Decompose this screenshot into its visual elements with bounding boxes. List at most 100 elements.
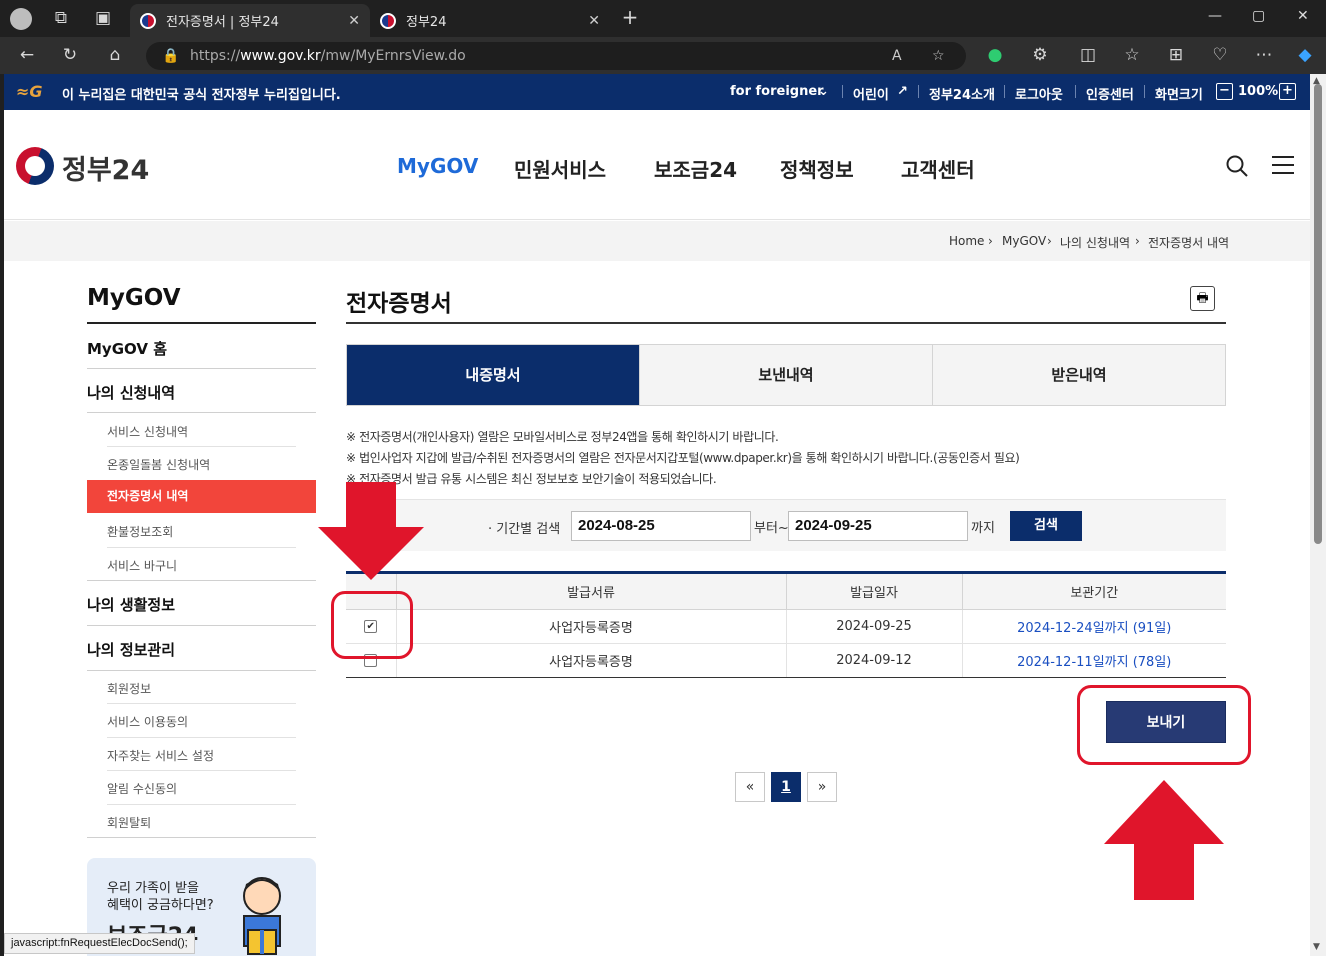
read-aloud-icon[interactable]: A	[892, 42, 902, 70]
doc-cell: 사업자등록증명	[395, 643, 786, 678]
certificate-tabs: 내증명서 보낸내역 받은내역	[346, 344, 1226, 406]
next-page-button[interactable]: »	[807, 772, 837, 802]
copilot-icon[interactable]: ◆	[1293, 45, 1317, 65]
url-path: /mw/MyErnrsView.do	[320, 48, 466, 64]
sidebar-item-my-info[interactable]: 나의 정보관리	[87, 639, 175, 660]
current-page-button[interactable]: 1	[771, 772, 801, 802]
hamburger-menu-icon[interactable]	[1272, 155, 1294, 175]
maximize-icon[interactable]: ▢	[1252, 8, 1265, 24]
gov-taegeuk-logo-icon[interactable]	[16, 147, 54, 185]
split-screen-icon[interactable]: ◫	[1076, 45, 1100, 65]
scroll-down-icon[interactable]: ▼	[1313, 942, 1320, 952]
divider	[918, 85, 919, 98]
site-header: 정부24 MyGOV 민원서비스 보조금24 정책정보 고객센터	[4, 110, 1310, 220]
tab-inactive[interactable]: 정부24 ✕	[370, 4, 610, 37]
arrow-down-annotation-icon	[318, 482, 424, 580]
sidebar-subitem-e-certificates[interactable]: 전자증명서 내역	[87, 480, 316, 513]
close-tab-icon[interactable]: ✕	[348, 13, 360, 29]
for-foreigner-link[interactable]: for foreigner	[730, 84, 824, 99]
sidebar-subitem-consent[interactable]: 서비스 이용동의	[107, 713, 188, 730]
certificates-table: 발급서류 발급일자 보관기간 ✔ 사업자등록증명 2024-09-25 2024…	[346, 571, 1226, 678]
back-icon[interactable]: ←	[15, 45, 39, 65]
divider	[107, 737, 296, 738]
chevron-down-icon[interactable]: ⌄	[818, 84, 829, 99]
collections-icon[interactable]: ⊞	[1164, 45, 1188, 65]
print-button[interactable]: 🖶	[1190, 286, 1215, 311]
breadcrumb-mygov[interactable]: MyGOV	[1002, 234, 1046, 248]
divider	[87, 412, 316, 413]
search-button[interactable]: 검색	[1010, 511, 1082, 541]
doc-cell: 사업자등록증명	[395, 609, 786, 644]
tab-my-certificates[interactable]: 내증명서	[347, 345, 639, 405]
gov24-favicon-icon	[380, 12, 396, 29]
nav-customer-center[interactable]: 고객센터	[901, 154, 975, 183]
breadcrumb-my-requests[interactable]: 나의 신청내역	[1060, 234, 1130, 251]
period-search-box: · 기간별 검색 2024-08-25 부터~ 2024-09-25 까지 검색	[346, 499, 1226, 551]
chevron-right-icon: ›	[1047, 234, 1052, 248]
sidebar-subitem-notification-consent[interactable]: 알림 수신동의	[107, 780, 177, 797]
extensions-icon[interactable]: ⚙	[1028, 45, 1052, 65]
sidebar-subitem-service-basket[interactable]: 서비스 바구니	[107, 557, 177, 574]
profile-icon[interactable]	[10, 8, 32, 30]
date-to-input[interactable]: 2024-09-25	[788, 511, 968, 541]
extension-green-icon[interactable]: ●	[983, 45, 1007, 65]
page-scrollbar[interactable]: ▲ ▼	[1310, 74, 1326, 956]
close-window-icon[interactable]: ✕	[1297, 8, 1309, 24]
page-viewport: ≈G 이 누리집은 대한민국 공식 전자정부 누리집입니다. for forei…	[4, 74, 1310, 956]
home-icon[interactable]: ⌂	[103, 45, 127, 65]
table-row: ✔ 사업자등록증명 2024-09-25 2024-12-24일까지 (91일)	[346, 609, 1226, 644]
breadcrumb: Home › MyGOV › 나의 신청내역 › 전자증명서 내역	[4, 221, 1310, 261]
prev-page-button[interactable]: «	[735, 772, 765, 802]
divider	[87, 670, 316, 671]
period-cell[interactable]: 2024-12-11일까지 (78일)	[961, 643, 1226, 678]
gov-notice-strip: ≈G 이 누리집은 대한민국 공식 전자정부 누리집입니다. for forei…	[4, 74, 1310, 110]
favorites-icon[interactable]: ☆	[1120, 45, 1144, 65]
period-search-label: · 기간별 검색	[488, 522, 561, 537]
sidebar-subitem-withdraw[interactable]: 회원탈퇴	[107, 814, 151, 831]
kids-link[interactable]: 어린이	[853, 84, 889, 103]
favorite-star-icon[interactable]: ☆	[932, 42, 945, 70]
sidebar-item-mygov-home[interactable]: MyGOV 홈	[87, 338, 167, 359]
minimize-icon[interactable]: —	[1208, 8, 1222, 24]
zoom-out-button[interactable]: −	[1216, 83, 1233, 100]
sidebar-item-my-requests[interactable]: 나의 신청내역	[87, 382, 175, 403]
tab-received-history[interactable]: 받은내역	[932, 345, 1225, 405]
tab-title: 전자증명서 | 정부24	[166, 15, 279, 30]
sidebar-item-life-info[interactable]: 나의 생활정보	[87, 594, 175, 615]
new-tab-icon[interactable]: +	[618, 7, 642, 27]
sidebar-subitem-service-requests[interactable]: 서비스 신청내역	[107, 423, 188, 440]
about-link[interactable]: 정부24소개	[929, 84, 995, 103]
tab-actions-icon[interactable]: ▣	[91, 8, 115, 28]
tab-active[interactable]: 전자증명서 | 정부24 ✕	[130, 4, 370, 37]
divider	[107, 703, 296, 704]
zoom-in-button[interactable]: +	[1279, 83, 1296, 100]
breadcrumb-home[interactable]: Home	[949, 234, 984, 248]
nav-subsidy[interactable]: 보조금24	[654, 154, 737, 183]
logout-link[interactable]: 로그아웃	[1015, 84, 1063, 103]
divider	[1075, 85, 1076, 98]
scrollbar-thumb[interactable]	[1314, 84, 1322, 544]
close-tab-icon[interactable]: ✕	[588, 13, 600, 29]
tab-sent-history[interactable]: 보낸내역	[639, 345, 932, 405]
more-menu-icon[interactable]: ⋯	[1252, 45, 1276, 65]
sidebar-subitem-refunds[interactable]: 환불정보조회	[107, 523, 173, 540]
cert-center-link[interactable]: 인증센터	[1086, 84, 1134, 103]
url-prefix: https://	[190, 48, 241, 64]
printer-icon: 🖶	[1196, 291, 1209, 306]
site-logo[interactable]: 정부24	[62, 148, 149, 187]
browser-toolbar: ← ↻ ⌂ 🔒 https://www.gov.kr/mw/MyErnrsVie…	[0, 37, 1326, 74]
sidebar-subitem-childcare-requests[interactable]: 온종일돌봄 신청내역	[107, 456, 210, 473]
sidebar-subitem-member-info[interactable]: 회원정보	[107, 680, 151, 697]
nav-policy[interactable]: 정책정보	[780, 154, 854, 183]
url-host: www.gov.kr	[240, 48, 321, 64]
health-icon[interactable]: ♡	[1208, 45, 1232, 65]
nav-mygov[interactable]: MyGOV	[397, 154, 478, 178]
sidebar-subitem-favorite-services[interactable]: 자주찾는 서비스 설정	[107, 747, 214, 764]
workspaces-icon[interactable]: ⧉	[49, 8, 73, 28]
address-bar[interactable]: 🔒 https://www.gov.kr/mw/MyErnrsView.do A…	[146, 42, 966, 70]
date-from-input[interactable]: 2024-08-25	[571, 511, 751, 541]
period-cell[interactable]: 2024-12-24일까지 (91일)	[961, 609, 1226, 644]
nav-civil-service[interactable]: 민원서비스	[514, 154, 606, 183]
search-icon[interactable]	[1225, 154, 1249, 178]
reload-icon[interactable]: ↻	[58, 45, 82, 65]
